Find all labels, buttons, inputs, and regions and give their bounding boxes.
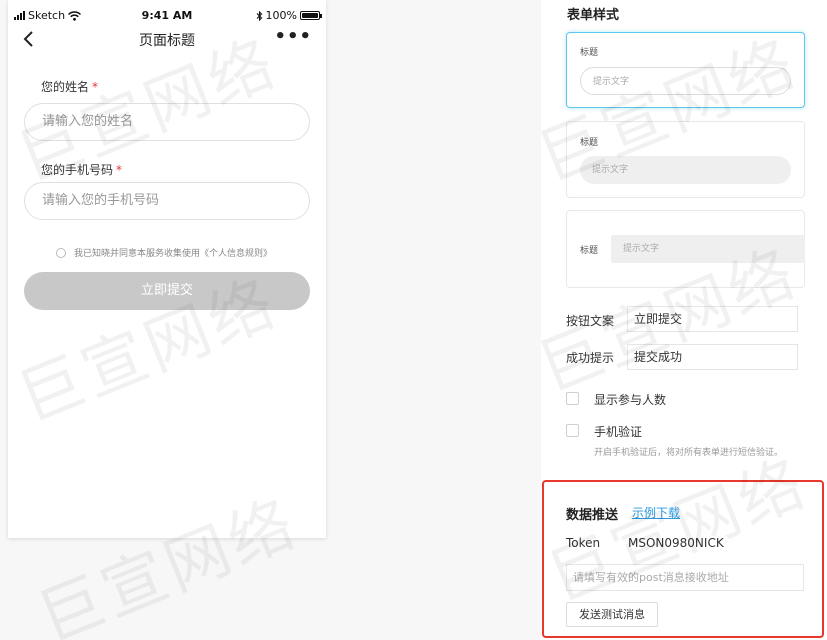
submit-button[interactable]: 立即提交 xyxy=(24,272,310,310)
consent-text[interactable]: 我已知晓并同意本服务收集使用《个人信息规则》 xyxy=(74,246,272,259)
consent-radio[interactable] xyxy=(56,247,66,258)
button-text-label: 按钮文案 xyxy=(566,314,615,328)
style-card-label: 标题 xyxy=(580,246,599,256)
style-card-input: 提示文字 xyxy=(580,156,791,184)
post-url-input[interactable]: 请填写有效的post消息接收地址 xyxy=(566,564,804,591)
style-card-input: 提示文字 xyxy=(580,67,791,95)
example-download-link[interactable]: 示例下载 xyxy=(632,504,680,521)
style-option-inline[interactable]: 标题 提示文字 xyxy=(566,210,805,288)
data-push-title: 数据推送 xyxy=(566,508,619,523)
phone-verify-label: 手机验证 xyxy=(594,425,643,439)
send-test-button[interactable]: 发送测试消息 xyxy=(566,602,658,627)
style-card-label: 标题 xyxy=(580,138,599,148)
phone-verify-hint: 开启手机验证后，将对所有表单进行短信验证。 xyxy=(594,448,784,458)
show-count-label: 显示参与人数 xyxy=(594,393,667,407)
style-option-filled[interactable]: 标题 提示文字 xyxy=(566,121,805,198)
token-label: Token xyxy=(566,536,601,550)
success-tip-label: 成功提示 xyxy=(566,351,615,365)
battery-icon xyxy=(300,11,322,20)
style-option-outlined[interactable]: 标题 提示文字 xyxy=(566,32,805,108)
form-style-heading: 表单样式 xyxy=(567,8,620,23)
nav-bar: 页面标题 ••• xyxy=(8,26,326,54)
required-mark: * xyxy=(116,163,123,177)
button-text-input[interactable]: 立即提交 xyxy=(627,306,798,332)
consent-row: 我已知晓并同意本服务收集使用《个人信息规则》 xyxy=(56,246,272,259)
token-value: MSON0980NICK xyxy=(628,536,724,550)
name-label: 您的姓名 * xyxy=(41,80,99,94)
phone-verify-checkbox[interactable] xyxy=(566,424,579,437)
phone-input[interactable]: 请输入您的手机号码 xyxy=(24,182,310,220)
phone-preview: Sketch 9:41 AM 100% 页面标题 ••• 您的姓名 * 请输入您的… xyxy=(8,0,326,538)
battery-percent: 100% xyxy=(265,9,297,22)
more-icon[interactable]: ••• xyxy=(274,26,312,47)
phone-label: 您的手机号码 * xyxy=(41,163,123,177)
style-card-label: 标题 xyxy=(580,48,599,58)
required-mark: * xyxy=(92,80,99,94)
bluetooth-icon xyxy=(256,10,262,21)
settings-panel: 表单样式 标题 提示文字 标题 提示文字 标题 提示文字 按钮文案 立即提交 成… xyxy=(541,0,827,640)
show-count-checkbox[interactable] xyxy=(566,392,579,405)
style-card-input: 提示文字 xyxy=(611,235,805,263)
name-input[interactable]: 请输入您的姓名 xyxy=(24,103,310,141)
success-tip-input[interactable]: 提交成功 xyxy=(627,344,798,370)
